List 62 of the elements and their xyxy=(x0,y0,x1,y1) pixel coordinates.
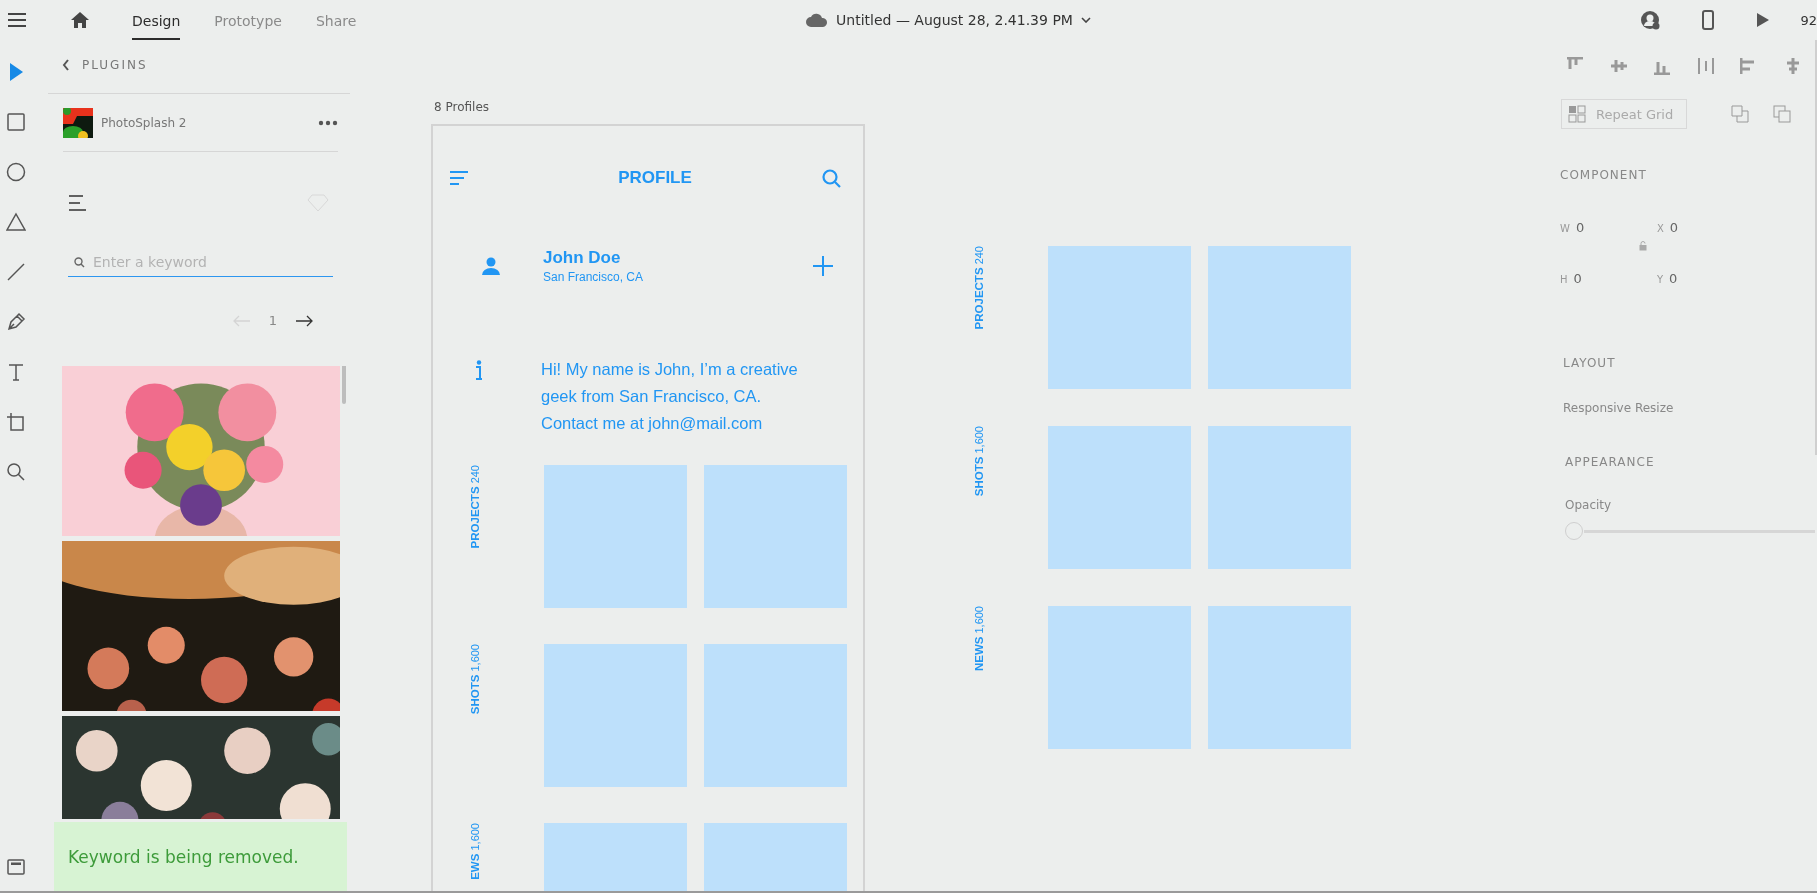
phone-icon[interactable] xyxy=(1702,10,1715,30)
panel-icon[interactable] xyxy=(7,859,25,875)
page-number: 1 xyxy=(268,313,277,328)
search-icon xyxy=(822,168,841,188)
user-name: John Doe xyxy=(543,248,622,268)
home-icon[interactable] xyxy=(70,11,90,29)
mode-tab[interactable]: Share xyxy=(315,2,357,40)
text-tool-icon[interactable] xyxy=(6,362,26,382)
section-label: PROJECTS 240 xyxy=(973,246,985,330)
section-label: NEWS 1,600 xyxy=(973,606,985,672)
field-label: Y xyxy=(1657,274,1664,285)
zoom-level[interactable]: 92 xyxy=(1800,12,1817,28)
field-label: W xyxy=(1560,223,1570,234)
mode-tab[interactable]: Design xyxy=(132,2,181,40)
value-field[interactable]: 0 xyxy=(1669,220,1679,235)
zoom-tool-icon[interactable] xyxy=(6,462,26,482)
search-field[interactable]: Enter a keyword xyxy=(93,254,313,270)
search-icon xyxy=(74,256,85,268)
menu-icon[interactable] xyxy=(7,12,27,28)
rectangle-tool-icon[interactable] xyxy=(6,112,26,132)
value-field[interactable]: 0 xyxy=(1669,271,1678,286)
user-location: San Francisco, CA xyxy=(543,270,645,284)
panel-heading: PLUGINS xyxy=(82,57,148,72)
app-title: PROFILE xyxy=(618,168,692,188)
artboard-title[interactable]: 8 Profiles xyxy=(434,100,489,114)
artboard-tool-icon[interactable] xyxy=(6,412,26,432)
pen-tool-icon[interactable] xyxy=(6,312,26,332)
opacity-label: Opacity xyxy=(1565,498,1612,512)
section-heading: COMPONENT xyxy=(1560,168,1647,182)
menu-icon xyxy=(450,171,468,185)
bio-text: Hi! My name is John, I’m a creative geek from San Francisco, CA. Contact me at john@mail.com xyxy=(541,359,799,434)
line-tool-icon[interactable] xyxy=(6,262,26,282)
plugin-logo-icon xyxy=(63,107,93,138)
value-field[interactable]: 0 xyxy=(1575,220,1585,235)
cloud-icon xyxy=(806,13,829,27)
plugin-name: PhotoSplash 2 xyxy=(101,115,188,130)
section-label: PROJECTS 240 xyxy=(469,465,481,549)
document-title[interactable]: Untitled — August 28, 2.41.39 PM xyxy=(836,12,1073,28)
arrow-right-icon[interactable] xyxy=(295,314,313,327)
back-chevron-icon[interactable] xyxy=(62,58,70,71)
artboard[interactable]: PROFILE John Doe San Francisco, CA Hi! My name is John, I’m a creative geek from San Francisco, CA. Contact me at john@mail.com PROJECTS 240 SHOTS 1,600 EWS 1,600 xyxy=(431,124,865,891)
field-label: X xyxy=(1657,223,1664,234)
value-field[interactable]: 0 xyxy=(1573,271,1582,286)
section-label: SHOTS 1,600 xyxy=(973,426,985,497)
responsive-resize-label: Responsive Resize xyxy=(1563,401,1674,415)
play-icon[interactable] xyxy=(1756,12,1771,28)
info-icon xyxy=(475,360,483,380)
person-icon xyxy=(481,257,501,275)
section-heading: LAYOUT xyxy=(1563,356,1616,370)
more-icon[interactable] xyxy=(318,119,338,126)
polygon-tool-icon[interactable] xyxy=(6,212,26,232)
user-add-icon[interactable] xyxy=(1640,10,1661,30)
ellipse-tool-icon[interactable] xyxy=(6,162,26,182)
field-label: H xyxy=(1560,274,1568,285)
section-label: EWS 1,600 xyxy=(469,823,481,880)
chevron-down-icon[interactable] xyxy=(1080,17,1091,23)
mode-tab[interactable]: Prototype xyxy=(214,2,282,40)
section-label: SHOTS 1,600 xyxy=(469,644,481,715)
menu-icon[interactable] xyxy=(68,195,86,211)
toast-message: Keyword is being removed. xyxy=(54,822,347,891)
grid-icon xyxy=(1568,105,1586,123)
plus-icon xyxy=(813,256,833,276)
